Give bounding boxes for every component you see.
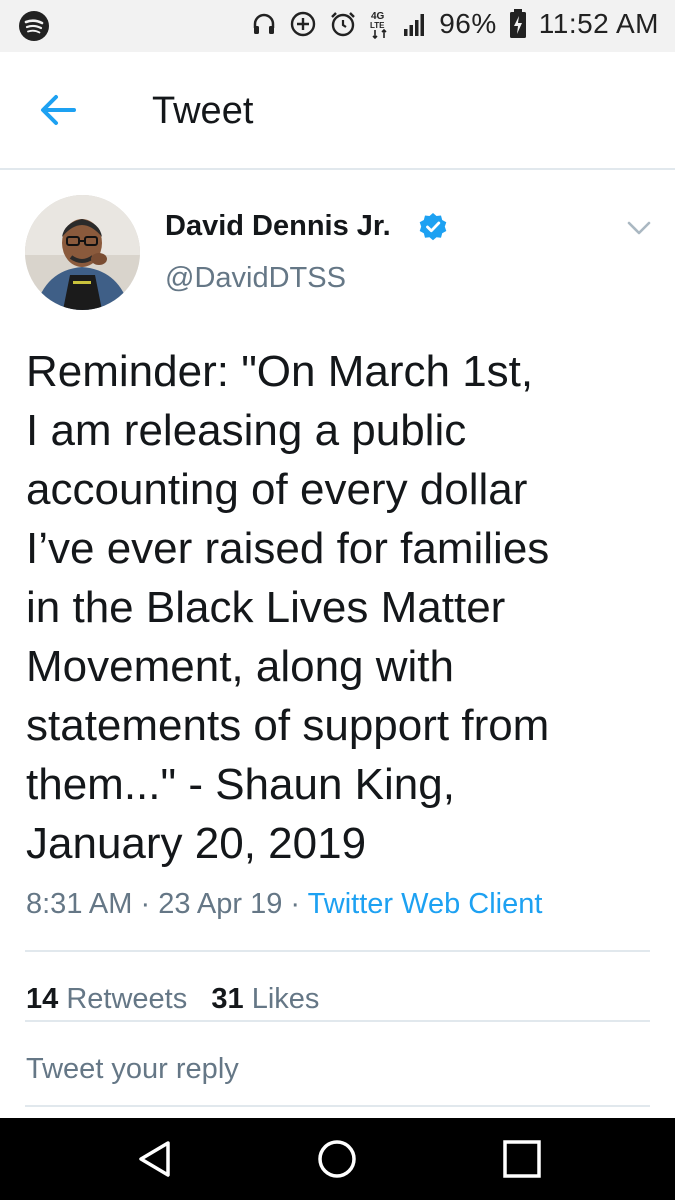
network-4g-icon: 4G LTE [369, 9, 391, 39]
avatar[interactable] [25, 195, 140, 310]
svg-text:LTE: LTE [370, 21, 385, 30]
data-saver-icon [289, 10, 317, 38]
square-recents-icon [503, 1140, 541, 1178]
tweet-text-line: January 20, 2019 [26, 819, 367, 868]
tweet-timestamp: 8:31 AM · 23 Apr 19 · Twitter Web Client [26, 888, 542, 921]
tweet-stats: 14 Retweets 31 Likes [26, 983, 319, 1016]
tweet-text-line: Movement, along with [26, 642, 454, 691]
tweet-text-line: Reminder: "On March 1st, [26, 347, 534, 396]
nav-home-button[interactable] [316, 1138, 358, 1180]
nav-back-button[interactable] [135, 1138, 177, 1180]
clock: 11:52 AM [538, 8, 659, 39]
meta-separator: · [290, 888, 301, 920]
tweet-date: 23 Apr 19 [158, 888, 283, 920]
back-button[interactable] [36, 90, 82, 130]
status-bar: 4G LTE 96% 11:52 AM [0, 0, 675, 52]
top-app-bar: Tweet [0, 52, 675, 170]
spotify-icon [18, 10, 50, 42]
author-name[interactable]: David Dennis Jr. [165, 210, 391, 243]
divider [25, 1020, 650, 1022]
likes-label: Likes [251, 983, 320, 1015]
tweet-text: Reminder: "On March 1st, I am releasing … [26, 342, 646, 873]
tweet-text-line: I am releasing a public [26, 406, 467, 455]
tweet-client-link[interactable]: Twitter Web Client [308, 888, 543, 920]
triangle-back-icon [139, 1141, 170, 1177]
circle-home-icon [318, 1140, 356, 1178]
arrow-left-icon [41, 95, 76, 125]
retweets-label: Retweets [66, 983, 188, 1015]
system-nav-bar [0, 1118, 675, 1200]
page-title: Tweet [152, 90, 254, 132]
tweet-text-line: them..." - Shaun King, [26, 760, 455, 809]
retweets-stat[interactable]: 14 Retweets [26, 983, 187, 1015]
meta-separator: · [140, 888, 151, 920]
likes-stat[interactable]: 31 Likes [211, 983, 319, 1015]
divider [25, 950, 650, 952]
signal-icon [403, 11, 427, 37]
verified-badge-icon [418, 212, 448, 242]
divider [25, 1105, 650, 1107]
headphones-icon [251, 11, 277, 37]
tweet-text-line: I’ve ever raised for families [26, 524, 550, 573]
alarm-icon [329, 10, 357, 38]
likes-count: 31 [211, 983, 244, 1015]
nav-recents-button[interactable] [501, 1138, 543, 1180]
author-handle[interactable]: @DavidDTSS [165, 262, 346, 295]
retweets-count: 14 [26, 983, 59, 1015]
battery-percent: 96% [439, 8, 497, 39]
chevron-down-icon[interactable] [624, 213, 654, 243]
reply-input[interactable]: Tweet your reply [26, 1053, 239, 1086]
tweet-text-line: statements of support from [26, 701, 550, 750]
battery-charging-icon [509, 9, 527, 39]
tweet-text-line: in the Black Lives Matter [26, 583, 506, 632]
tweet-time: 8:31 AM [26, 888, 133, 920]
tweet-text-line: accounting of every dollar [26, 465, 528, 514]
